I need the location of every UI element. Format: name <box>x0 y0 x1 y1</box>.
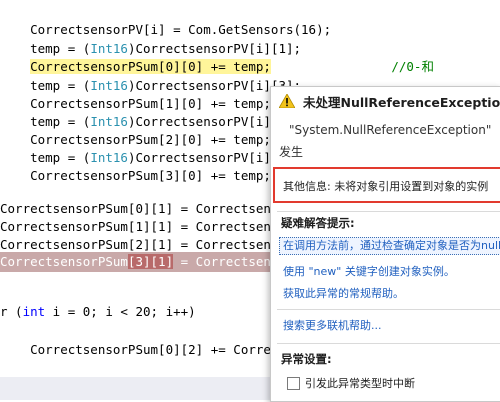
code-text: i = 0; i < 20; i++) <box>45 304 196 319</box>
code-line[interactable]: CorrectsensorPSum[2][0] += temp; <box>0 130 271 150</box>
code-text: temp = ( <box>0 41 91 56</box>
code-line[interactable]: CorrectsensorPV[i] = Com.GetSensors(16); <box>0 20 331 40</box>
type-keyword: Int16 <box>90 78 128 93</box>
code-text: temp = ( <box>0 150 91 165</box>
code-text: CorrectsensorPV[i] = Com.GetSensors(16); <box>0 22 332 37</box>
code-line[interactable]: temp = (Int16)CorrectsensorPV[i][5]; <box>0 112 301 132</box>
code-line[interactable]: temp = (Int16)CorrectsensorPV[i][3]; <box>0 76 301 96</box>
code-text: CorrectsensorPSum[0][2] += Correct <box>0 342 286 357</box>
code-text: CorrectsensorPSum[2][1] = Correctsensor <box>0 237 294 252</box>
code-line[interactable]: temp = (Int16)CorrectsensorPV[i][1]; <box>0 39 301 59</box>
popup-title: 未处理NullReferenceException <box>303 95 500 110</box>
code-text: CorrectsensorPSum[3][0] += temp; <box>0 168 271 183</box>
break-on-exception-checkbox[interactable] <box>287 377 300 390</box>
current-statement-line[interactable]: CorrectsensorPSum[0][0] += temp; //0-和 <box>0 57 434 77</box>
code-text: temp = ( <box>0 78 91 93</box>
code-comment: //0-和 <box>270 59 434 74</box>
code-line[interactable]: CorrectsensorPSum[1][1] = Correctsensor <box>0 217 294 237</box>
code-line[interactable]: CorrectsensorPSum[1][0] += temp; <box>0 94 271 114</box>
troubleshooting-title: 疑难解答提示: <box>281 216 355 230</box>
int-keyword: int <box>22 304 46 319</box>
code-text: )CorrectsensorPV[i][1]; <box>127 41 302 56</box>
code-text: r ( <box>0 304 23 319</box>
warning-icon <box>279 94 295 108</box>
type-keyword: Int16 <box>90 114 128 129</box>
exception-occurred-text: 发生 <box>279 145 304 159</box>
code-line[interactable]: r (int i = 0; i < 20; i++) <box>0 302 196 322</box>
current-statement-highlight: CorrectsensorPSum[0][0] += temp; <box>30 59 271 74</box>
error-expression-highlight: [3][1] <box>127 254 174 269</box>
additional-info-text: 其他信息: 未将对象引用设置到对象的实例 <box>283 180 489 193</box>
exception-assistant-popup: 未处理NullReferenceException "System.NullRe… <box>270 86 500 402</box>
code-text: CorrectsensorPSum[1][1] = Correctsensor <box>0 219 294 234</box>
code-text: CorrectsensorPSum[0][1] = Correctsensor <box>0 201 294 216</box>
code-text: CorrectsensorPSum <box>0 254 128 269</box>
troubleshooting-tip-link[interactable]: 在调用方法前，通过检查确定对象是否为null <box>279 237 500 255</box>
divider <box>277 309 500 310</box>
code-line[interactable]: CorrectsensorPSum[3][0] += temp; <box>0 166 271 186</box>
code-text: CorrectsensorPSum[1][0] += temp; <box>0 96 271 111</box>
break-on-exception-label[interactable]: 引发此异常类型时中断 <box>305 375 415 391</box>
error-line[interactable]: CorrectsensorPSum[3][1] = Correctsensor <box>0 252 294 272</box>
code-text: temp = ( <box>0 114 91 129</box>
general-help-link[interactable]: 获取此异常的常规帮助。 <box>283 285 404 301</box>
popup-title-row: 未处理NullReferenceException <box>271 87 500 115</box>
type-keyword: Int16 <box>90 41 128 56</box>
additional-info-box: 其他信息: 未将对象引用设置到对象的实例 <box>273 167 500 203</box>
code-line[interactable]: temp = (Int16)CorrectsensorPV[i][7]; <box>0 148 301 168</box>
code-text: CorrectsensorPSum[2][0] += temp; <box>0 132 271 147</box>
type-keyword: Int16 <box>90 150 128 165</box>
troubleshooting-tip-link[interactable]: 使用 "new" 关键字创建对象实例。 <box>283 263 455 279</box>
exception-type-text: "System.NullReferenceException" <box>289 123 492 137</box>
exception-settings-title: 异常设置: <box>281 352 332 366</box>
divider <box>277 343 500 344</box>
code-line[interactable]: CorrectsensorPSum[0][1] = Correctsensor <box>0 199 294 219</box>
search-online-help-link[interactable]: 搜索更多联机帮助... <box>283 317 382 333</box>
divider <box>277 211 500 212</box>
code-line[interactable]: CorrectsensorPSum[0][2] += Correct <box>0 340 286 360</box>
